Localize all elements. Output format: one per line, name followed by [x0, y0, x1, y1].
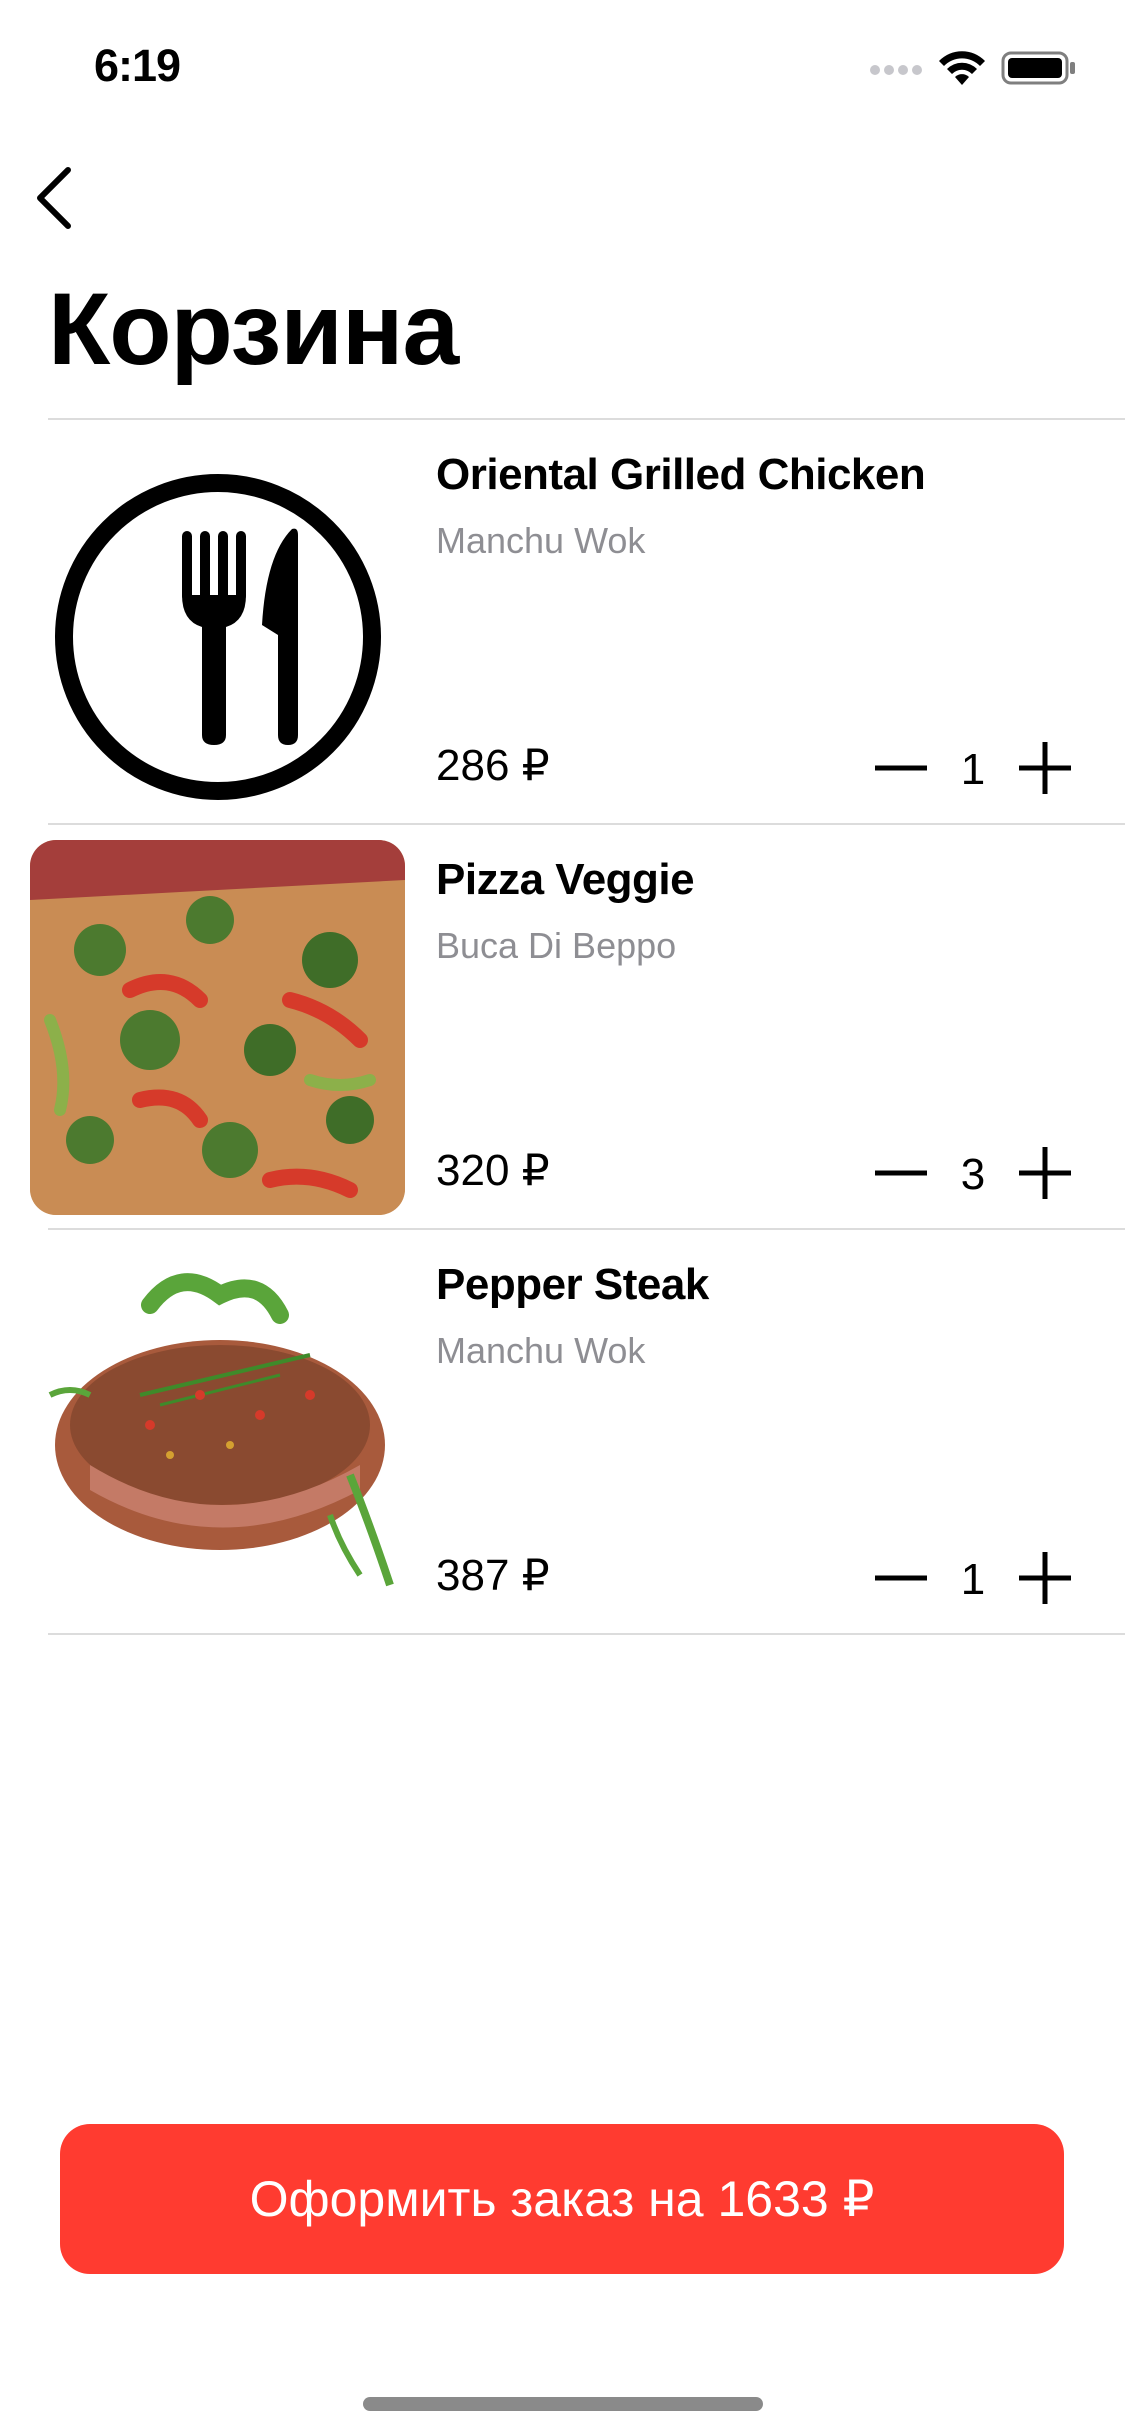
item-price: 387 ₽ — [436, 1551, 550, 1600]
item-quantity: 3 — [960, 1150, 986, 1199]
cart-item: Pizza Veggie Buca Di Beppo 320 ₽ 3 — [0, 825, 1125, 1230]
quantity-stepper: 1 — [861, 720, 1085, 820]
item-image — [30, 435, 405, 810]
chevron-left-icon — [34, 166, 74, 235]
back-button[interactable] — [24, 160, 84, 240]
minus-icon — [873, 1550, 929, 1611]
divider — [48, 1633, 1125, 1635]
item-image — [30, 1245, 405, 1620]
checkout-button[interactable]: Оформить заказ на 1633 ₽ — [60, 2124, 1064, 2274]
status-icons — [869, 50, 1077, 90]
decrease-button[interactable] — [861, 1540, 941, 1620]
increase-button[interactable] — [1005, 1135, 1085, 1215]
item-restaurant: Manchu Wok — [436, 520, 646, 561]
page-title: Корзина — [48, 272, 459, 386]
steak-photo — [30, 1245, 405, 1620]
battery-icon — [1001, 50, 1077, 91]
increase-button[interactable] — [1005, 1540, 1085, 1620]
cart-item: Oriental Grilled Chicken Manchu Wok 286 … — [0, 420, 1125, 825]
quantity-stepper: 3 — [861, 1125, 1085, 1225]
status-time: 6:19 — [94, 40, 181, 91]
increase-button[interactable] — [1005, 730, 1085, 810]
item-name: Pizza Veggie — [436, 855, 695, 904]
item-price: 286 ₽ — [436, 741, 550, 790]
decrease-button[interactable] — [861, 730, 941, 810]
item-quantity: 1 — [960, 1555, 986, 1604]
item-quantity: 1 — [960, 745, 986, 794]
minus-icon — [873, 740, 929, 801]
signal-icon — [869, 58, 923, 83]
decrease-button[interactable] — [861, 1135, 941, 1215]
item-name: Oriental Grilled Chicken — [436, 450, 926, 499]
home-indicator[interactable] — [363, 2397, 763, 2411]
pizza-photo — [30, 840, 405, 1215]
plus-icon — [1017, 740, 1073, 801]
wifi-icon — [937, 49, 987, 92]
item-name: Pepper Steak — [436, 1260, 709, 1309]
item-restaurant: Manchu Wok — [436, 1330, 646, 1371]
plus-icon — [1017, 1550, 1073, 1611]
cart-item: Pepper Steak Manchu Wok 387 ₽ 1 — [0, 1230, 1125, 1635]
item-restaurant: Buca Di Beppo — [436, 925, 677, 966]
quantity-stepper: 1 — [861, 1530, 1085, 1630]
fork-knife-plate-icon — [30, 474, 405, 810]
minus-icon — [873, 1145, 929, 1206]
item-image — [30, 840, 405, 1215]
plus-icon — [1017, 1145, 1073, 1206]
item-price: 320 ₽ — [436, 1146, 550, 1195]
